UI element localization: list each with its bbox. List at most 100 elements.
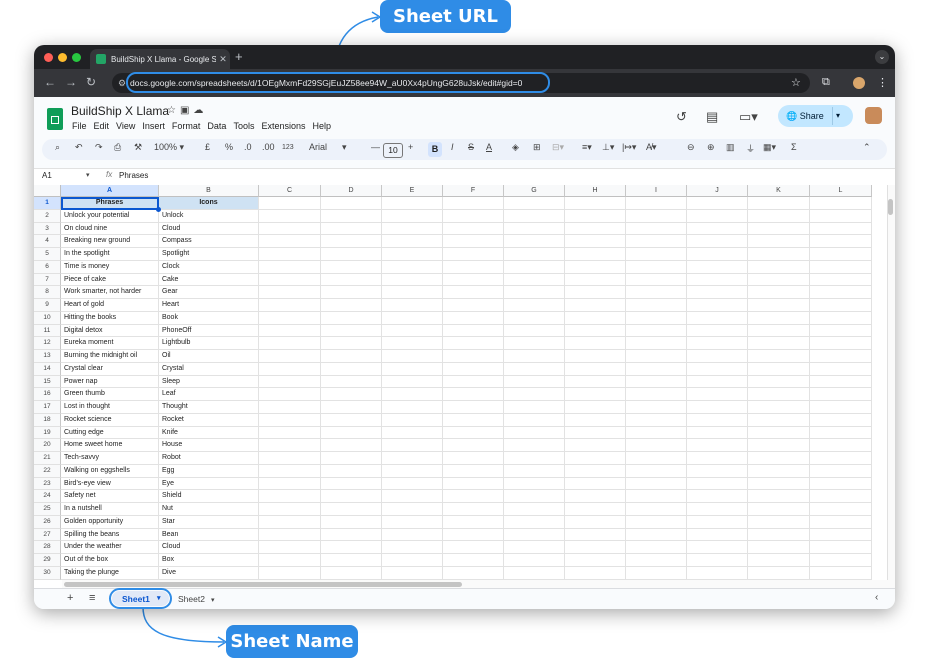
empty-cell[interactable] [443, 515, 504, 529]
empty-cell[interactable] [259, 566, 321, 580]
menu-insert[interactable]: Insert [142, 121, 165, 131]
phrase-cell[interactable]: Walking on eggshells [61, 464, 159, 478]
empty-cell[interactable] [748, 324, 810, 338]
icon-cell[interactable]: Lightbulb [159, 337, 259, 350]
phrase-cell[interactable]: In the spotlight [61, 248, 159, 261]
empty-cell[interactable] [504, 554, 565, 567]
empty-cell[interactable] [626, 273, 687, 287]
bookmark-star-icon[interactable]: ☆ [791, 76, 801, 89]
phrase-cell[interactable]: Safety net [61, 490, 159, 503]
empty-cell[interactable] [687, 515, 748, 529]
empty-cell[interactable] [565, 452, 626, 465]
empty-cell[interactable] [810, 388, 872, 401]
close-window-icon[interactable] [44, 53, 53, 62]
insert-chart-icon[interactable]: ▥ [726, 142, 735, 153]
empty-cell[interactable] [626, 286, 687, 299]
empty-cell[interactable] [748, 490, 810, 503]
increase-decimal-button[interactable]: .00 [262, 142, 275, 152]
empty-cell[interactable] [687, 324, 748, 338]
phrase-cell[interactable]: Unlock your potential [61, 209, 159, 223]
meet-icon[interactable]: ▭▾ [739, 109, 758, 125]
empty-cell[interactable] [810, 286, 872, 299]
row-header[interactable]: 20 [34, 439, 61, 452]
phrase-cell[interactable]: Cutting edge [61, 426, 159, 440]
empty-cell[interactable] [443, 401, 504, 414]
collapse-toolbar-icon[interactable]: ⌃ [863, 142, 871, 153]
empty-cell[interactable] [321, 311, 382, 325]
phrase-cell[interactable]: Breaking new ground [61, 235, 159, 248]
column-header-f[interactable]: F [443, 185, 504, 197]
empty-cell[interactable] [748, 248, 810, 261]
empty-cell[interactable] [321, 477, 382, 491]
empty-cell[interactable] [687, 452, 748, 465]
empty-cell[interactable] [382, 324, 443, 338]
phrase-cell[interactable]: Digital detox [61, 324, 159, 338]
empty-cell[interactable] [504, 324, 565, 338]
empty-cell[interactable] [565, 311, 626, 325]
phrase-cell[interactable]: Work smarter, not harder [61, 286, 159, 299]
phrase-cell[interactable]: Hitting the books [61, 311, 159, 325]
sheet-tab-menu-icon[interactable]: ▾ [211, 597, 215, 604]
empty-cell[interactable] [382, 337, 443, 350]
name-box[interactable]: A1 [42, 171, 52, 180]
increase-font-size-button[interactable]: + [408, 142, 413, 152]
share-dropdown-icon[interactable]: ▾ [836, 111, 840, 120]
empty-cell[interactable] [321, 554, 382, 567]
empty-cell[interactable] [321, 362, 382, 376]
empty-cell[interactable] [687, 388, 748, 401]
move-folder-icon[interactable]: ▣ [180, 105, 193, 116]
empty-cell[interactable] [443, 375, 504, 389]
empty-cell[interactable] [504, 426, 565, 440]
empty-cell[interactable] [565, 324, 626, 338]
menu-data[interactable]: Data [207, 121, 226, 131]
empty-cell[interactable] [504, 401, 565, 414]
fill-color-icon[interactable]: ◈ [512, 142, 519, 153]
empty-cell[interactable] [382, 286, 443, 299]
empty-cell[interactable] [382, 248, 443, 261]
menu-tools[interactable]: Tools [233, 121, 254, 131]
empty-cell[interactable] [565, 477, 626, 491]
empty-cell[interactable] [443, 209, 504, 223]
empty-cell[interactable] [810, 439, 872, 452]
icon-cell[interactable]: Clock [159, 260, 259, 274]
empty-cell[interactable] [259, 452, 321, 465]
empty-cell[interactable] [565, 248, 626, 261]
empty-cell[interactable] [687, 197, 748, 210]
icon-cell[interactable]: Knife [159, 426, 259, 440]
font-select[interactable]: Arial ▾ [309, 142, 347, 153]
empty-cell[interactable] [321, 337, 382, 350]
row-header[interactable]: 26 [34, 515, 61, 529]
empty-cell[interactable] [565, 235, 626, 248]
empty-cell[interactable] [565, 439, 626, 452]
vertical-scrollbar[interactable] [887, 185, 895, 588]
empty-cell[interactable] [259, 248, 321, 261]
vertical-align-icon[interactable]: ⊥▾ [602, 142, 614, 153]
empty-cell[interactable] [321, 452, 382, 465]
menu-format[interactable]: Format [172, 121, 201, 131]
empty-cell[interactable] [687, 541, 748, 554]
empty-cell[interactable] [626, 566, 687, 580]
empty-cell[interactable] [504, 503, 565, 516]
empty-cell[interactable] [443, 273, 504, 287]
browser-menu-icon[interactable]: ⋮ [877, 76, 888, 89]
functions-icon[interactable]: Σ [791, 142, 797, 152]
empty-cell[interactable] [748, 362, 810, 376]
empty-cell[interactable] [321, 413, 382, 427]
phrase-cell[interactable]: Rocket science [61, 413, 159, 427]
icon-cell[interactable]: House [159, 439, 259, 452]
empty-cell[interactable] [748, 452, 810, 465]
insert-comment-icon[interactable]: ⊕ [707, 142, 715, 153]
row-header[interactable]: 8 [34, 286, 61, 299]
empty-cell[interactable] [565, 222, 626, 236]
empty-cell[interactable] [443, 426, 504, 440]
empty-cell[interactable] [504, 299, 565, 312]
empty-cell[interactable] [443, 554, 504, 567]
empty-cell[interactable] [687, 311, 748, 325]
empty-cell[interactable] [748, 477, 810, 491]
empty-cell[interactable] [443, 541, 504, 554]
empty-cell[interactable] [810, 401, 872, 414]
empty-cell[interactable] [687, 566, 748, 580]
empty-cell[interactable] [687, 235, 748, 248]
empty-cell[interactable] [259, 401, 321, 414]
empty-cell[interactable] [382, 503, 443, 516]
